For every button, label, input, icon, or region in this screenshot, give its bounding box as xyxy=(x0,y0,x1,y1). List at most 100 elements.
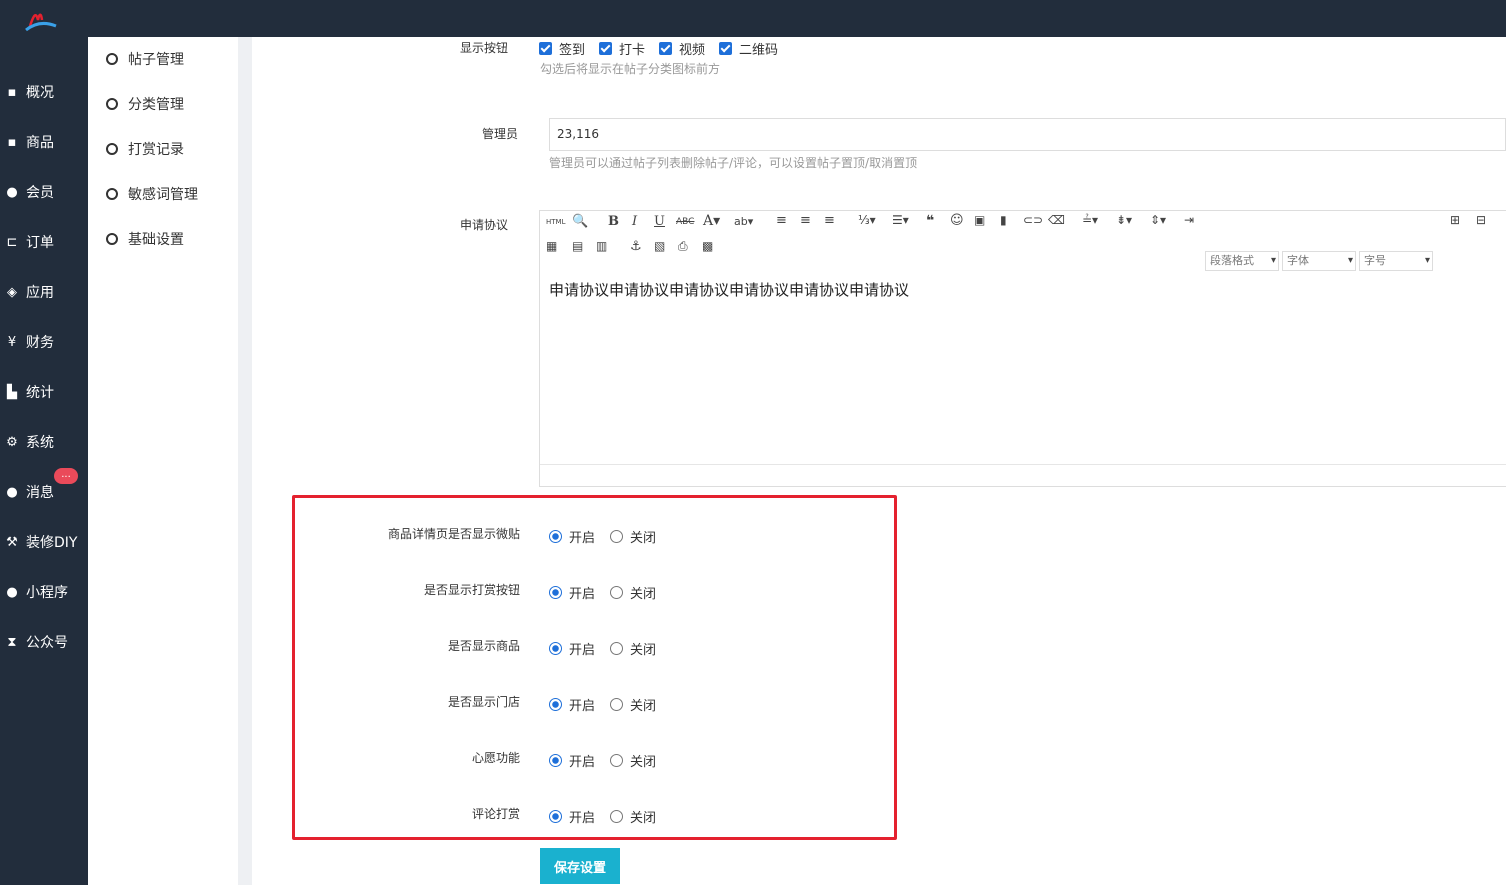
content-gutter xyxy=(238,37,252,885)
radio-checked-icon[interactable] xyxy=(549,810,562,823)
radio-off[interactable]: 关闭 xyxy=(610,639,656,658)
display-buttons-hint: 勾选后将显示在帖子分类图标前方 xyxy=(540,62,721,76)
sidebar-item-official-account[interactable]: ⧗ 公众号 xyxy=(0,627,88,657)
radio-checked-icon[interactable] xyxy=(549,586,562,599)
radio-on[interactable]: 开启 xyxy=(549,639,595,658)
radio-on[interactable]: 开启 xyxy=(549,807,595,826)
quote-icon[interactable]: ❝ xyxy=(926,213,934,229)
print-icon[interactable]: ⎙ xyxy=(678,239,688,254)
merge-cells-icon[interactable]: ▥ xyxy=(596,239,607,253)
video-icon[interactable]: ▮ xyxy=(1000,213,1007,227)
sidebar-item-diy[interactable]: ⚒ 装修DIY xyxy=(0,527,88,557)
checkbox-checked-icon[interactable] xyxy=(659,42,673,55)
subnav-sensitive-words[interactable]: 敏感词管理 xyxy=(106,184,198,204)
radio-unchecked-icon[interactable] xyxy=(610,810,623,823)
underline-icon[interactable]: U xyxy=(654,214,665,229)
radio-off[interactable]: 关闭 xyxy=(610,583,656,602)
checkbox-checked-icon[interactable] xyxy=(719,42,733,55)
radio-checked-icon[interactable] xyxy=(549,754,562,767)
editor-content[interactable]: 申请协议申请协议申请协议申请协议申请协议申请协议 xyxy=(549,279,909,300)
bold-icon[interactable]: B xyxy=(608,214,619,229)
radio-off[interactable]: 关闭 xyxy=(610,807,656,826)
row-spacing-icon[interactable]: ⇕▾ xyxy=(1150,213,1166,227)
html-source-button[interactable]: HTML xyxy=(546,218,565,226)
sidebar-item-orders[interactable]: ⊏ 订单 xyxy=(0,227,88,257)
checkbox-signin[interactable]: 签到 xyxy=(539,39,585,58)
save-settings-button[interactable]: 保存设置 xyxy=(540,848,620,884)
editor-statusbar xyxy=(540,464,1506,486)
radio-on[interactable]: 开启 xyxy=(549,583,595,602)
subnav-basic-settings[interactable]: 基础设置 xyxy=(106,229,184,249)
wave-logo-icon[interactable] xyxy=(22,8,62,34)
table-icon[interactable]: ⊞ xyxy=(1450,213,1460,227)
subnav-post-management[interactable]: 帖子管理 xyxy=(106,49,184,69)
align-right-icon[interactable]: ≡ xyxy=(824,213,835,228)
radio-unchecked-icon[interactable] xyxy=(610,586,623,599)
highlight-icon[interactable]: ab▾ xyxy=(734,215,753,228)
radio-unchecked-icon[interactable] xyxy=(610,642,623,655)
link-icon[interactable]: ⊂⊃ xyxy=(1023,213,1043,227)
checkbox-checked-icon[interactable] xyxy=(539,42,552,55)
sidebar-item-system[interactable]: ⚙ 系统 xyxy=(0,427,88,457)
insert-table-icon[interactable]: ⊟ xyxy=(1476,213,1486,227)
anchor-icon[interactable]: ⚓ xyxy=(630,239,642,254)
settings-form: 显示按钮 签到 打卡 视频 二维码 勾选后将显示在帖子分类图标前方 管理员 23… xyxy=(252,37,1506,885)
page-break-icon[interactable]: ▧ xyxy=(654,239,665,253)
cart-icon: ⊏ xyxy=(6,234,18,250)
font-size-select[interactable]: 字号 xyxy=(1359,251,1433,271)
font-color-icon[interactable]: A▾ xyxy=(703,213,720,229)
align-center-icon[interactable]: ≡ xyxy=(800,213,811,228)
radio-off[interactable]: 关闭 xyxy=(610,695,656,714)
ordered-list-icon[interactable]: ⅓▾ xyxy=(858,213,876,227)
paste-icon[interactable]: ▩ xyxy=(702,239,713,253)
toggle-row-show-store: 是否显示门店 开启 关闭 xyxy=(252,693,892,714)
radio-on[interactable]: 开启 xyxy=(549,527,595,546)
line-height-icon[interactable]: ≟▾ xyxy=(1082,213,1098,227)
circle-icon xyxy=(106,233,118,245)
sidebar-item-members[interactable]: ● 会员 xyxy=(0,177,88,207)
checkbox-qrcode[interactable]: 二维码 xyxy=(719,39,778,58)
sidebar-item-apps[interactable]: ◈ 应用 xyxy=(0,277,88,307)
emoji-icon[interactable]: ☺ xyxy=(950,213,964,228)
checkbox-checked-icon[interactable] xyxy=(599,42,613,55)
checkbox-video[interactable]: 视频 xyxy=(659,39,705,58)
circle-icon xyxy=(106,98,118,110)
radio-unchecked-icon[interactable] xyxy=(610,530,623,543)
sidebar-item-overview[interactable]: ▪ 概况 xyxy=(0,77,88,107)
cubes-icon: ◈ xyxy=(7,284,17,300)
comment-icon: ● xyxy=(6,484,18,500)
radio-off[interactable]: 关闭 xyxy=(610,751,656,770)
subnav-category-management[interactable]: 分类管理 xyxy=(106,94,184,114)
sidebar-item-stats[interactable]: ▙ 统计 xyxy=(0,377,88,407)
checkbox-checkin[interactable]: 打卡 xyxy=(599,39,645,58)
toggle-row-wish: 心愿功能 开启 关闭 xyxy=(252,749,892,770)
indent-icon[interactable]: ⇥ xyxy=(1184,213,1194,227)
sidebar-item-goods[interactable]: ▪ 商品 xyxy=(0,127,88,157)
paragraph-format-select[interactable]: 段落格式 xyxy=(1205,251,1279,271)
unordered-list-icon[interactable]: ☰▾ xyxy=(892,213,909,227)
admins-input[interactable]: 23,116 xyxy=(549,118,1506,151)
strikethrough-icon[interactable]: ABC xyxy=(676,217,694,227)
radio-off[interactable]: 关闭 xyxy=(610,527,656,546)
italic-icon[interactable]: I xyxy=(632,214,637,229)
subnav-reward-records[interactable]: 打赏记录 xyxy=(106,139,184,159)
radio-checked-icon[interactable] xyxy=(549,642,562,655)
radio-checked-icon[interactable] xyxy=(549,530,562,543)
radio-checked-icon[interactable] xyxy=(549,698,562,711)
insert-row-icon[interactable]: ▦ xyxy=(546,239,557,253)
radio-on[interactable]: 开启 xyxy=(549,695,595,714)
toggle-label: 是否显示打赏按钮 xyxy=(423,583,520,597)
image-icon[interactable]: ▣ xyxy=(974,213,985,227)
align-left-icon[interactable]: ≡ xyxy=(776,213,787,228)
eraser-icon[interactable]: ⌫ xyxy=(1048,213,1065,227)
paragraph-spacing-icon[interactable]: ⇟▾ xyxy=(1116,213,1132,227)
preview-icon[interactable]: 🔍 xyxy=(572,214,588,229)
sidebar-item-miniprogram[interactable]: ● 小程序 xyxy=(0,577,88,607)
radio-unchecked-icon[interactable] xyxy=(610,754,623,767)
font-family-select[interactable]: 字体 xyxy=(1282,251,1356,271)
radio-unchecked-icon[interactable] xyxy=(610,698,623,711)
sidebar-item-finance[interactable]: ¥ 财务 xyxy=(0,327,88,357)
toggle-label: 心愿功能 xyxy=(471,751,520,765)
delete-row-icon[interactable]: ▤ xyxy=(572,239,583,253)
radio-on[interactable]: 开启 xyxy=(549,751,595,770)
